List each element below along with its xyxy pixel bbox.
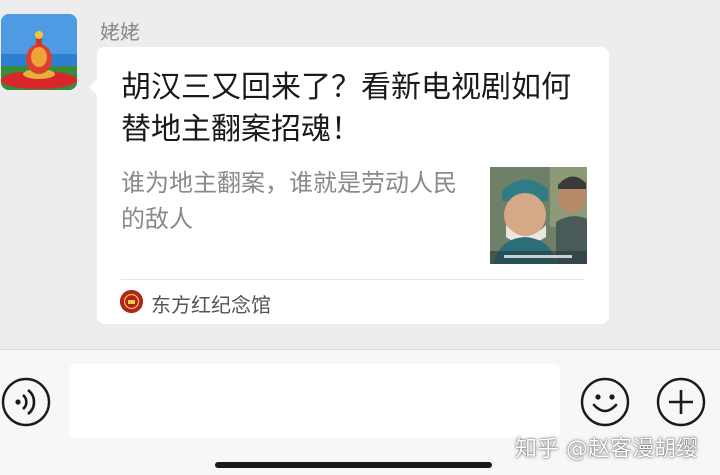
source-name: 东方红纪念馆 <box>151 293 271 317</box>
chat-input-bar: 知乎 @赵客漫胡缨 <box>0 349 720 475</box>
plus-icon[interactable] <box>656 377 706 427</box>
source-logo-icon <box>120 290 143 313</box>
article-description: 谁为地主翻案，谁就是劳动人民的敌人 <box>121 169 457 233</box>
shared-article-card[interactable]: 胡汉三又回来了？看新电视剧如何替地主翻案招魂！ 谁为地主翻案，谁就是劳动人民的敌… <box>97 47 609 324</box>
home-indicator[interactable] <box>215 462 492 468</box>
avatar-image <box>1 14 77 90</box>
article-thumbnail <box>490 167 587 264</box>
card-divider <box>121 279 585 280</box>
article-title: 胡汉三又回来了？看新电视剧如何替地主翻案招魂！ <box>121 70 571 147</box>
sender-name: 姥姥 <box>100 20 140 44</box>
voice-icon[interactable] <box>1 377 51 427</box>
sender-avatar[interactable] <box>1 14 77 90</box>
emoji-icon[interactable] <box>580 377 630 427</box>
message-input[interactable] <box>69 364 560 438</box>
watermark: 知乎 @赵客漫胡缨 <box>515 437 698 462</box>
